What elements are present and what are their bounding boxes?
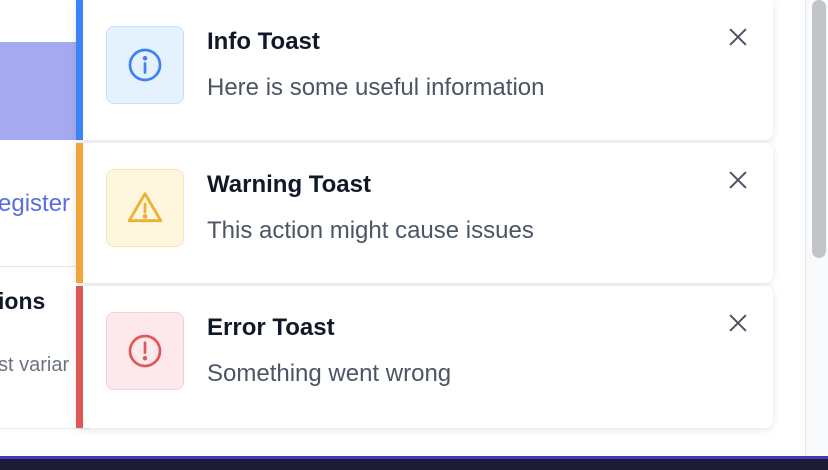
background-register-link[interactable]: egister: [0, 190, 70, 218]
error-toast: Error Toast Something went wrong: [76, 286, 773, 428]
warning-icon-box: [106, 169, 184, 247]
close-button[interactable]: [723, 165, 753, 195]
info-toast: Info Toast Here is some useful informati…: [76, 0, 773, 140]
toast-title: Info Toast: [207, 28, 320, 55]
info-circle-icon: [128, 48, 162, 82]
warning-triangle-icon: [127, 192, 163, 223]
error-icon-box: [106, 312, 184, 390]
toast-message: Here is some useful information: [207, 74, 545, 101]
close-button[interactable]: [723, 308, 753, 338]
close-icon: [729, 171, 747, 189]
toast-container: Info Toast Here is some useful informati…: [76, 0, 773, 431]
background-section-heading: ions: [0, 288, 46, 314]
close-icon: [729, 28, 747, 46]
close-button[interactable]: [723, 22, 753, 52]
info-icon-box: [106, 26, 184, 104]
close-icon: [729, 314, 747, 332]
toast-message: This action might cause issues: [207, 217, 534, 244]
scrollbar-thumb[interactable]: [812, 0, 826, 258]
warning-toast: Warning Toast This action might cause is…: [76, 143, 773, 283]
error-circle-icon: [128, 334, 162, 368]
toast-message: Something went wrong: [207, 360, 452, 387]
toast-title: Warning Toast: [207, 171, 371, 198]
bottom-bar: [0, 456, 828, 470]
background-section-subtext: st variar: [0, 354, 70, 376]
toast-title: Error Toast: [207, 314, 335, 341]
